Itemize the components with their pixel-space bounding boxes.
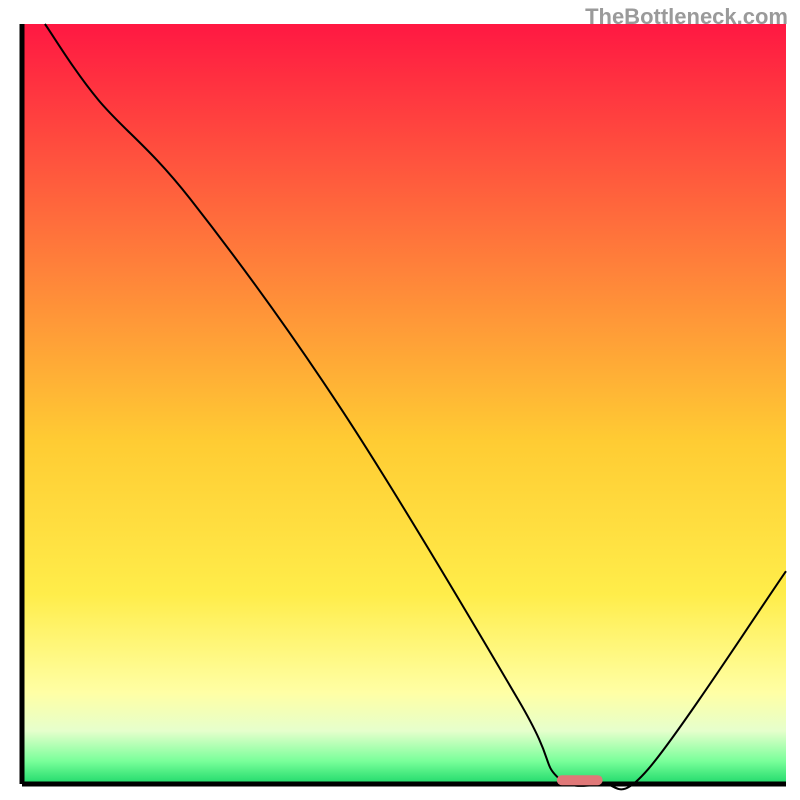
plot-background bbox=[22, 24, 786, 784]
chart-container: TheBottleneck.com bbox=[0, 0, 800, 800]
bottleneck-chart bbox=[0, 0, 800, 800]
optimal-marker bbox=[557, 775, 603, 785]
